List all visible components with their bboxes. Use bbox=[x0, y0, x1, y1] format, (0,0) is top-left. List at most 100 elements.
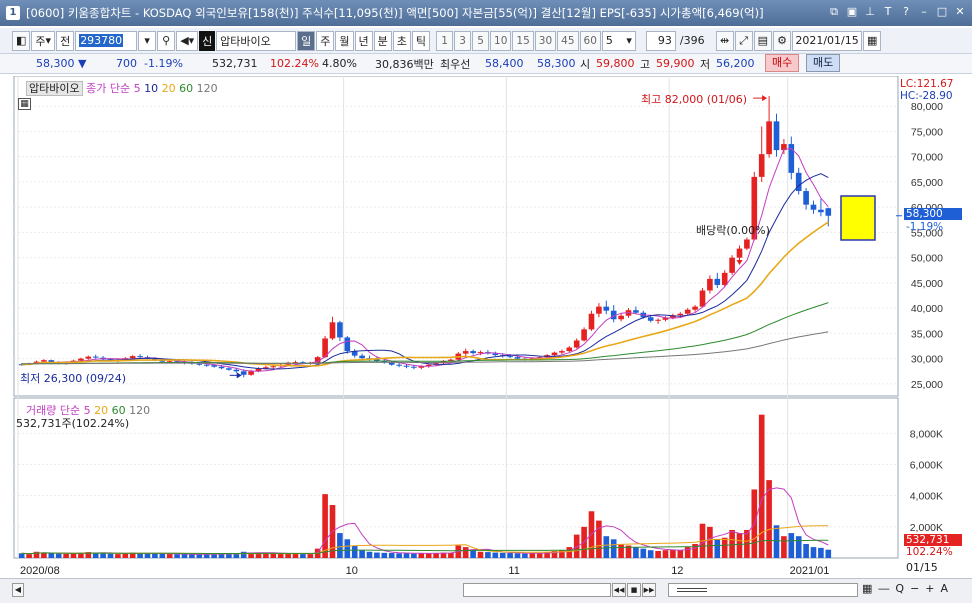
volume-bar bbox=[736, 533, 743, 558]
font-size-icon[interactable]: A bbox=[941, 582, 949, 595]
minimize-icon[interactable]: – bbox=[916, 4, 932, 20]
zoom-slider-thumb[interactable] bbox=[677, 588, 707, 592]
count-select[interactable]: 5 ▾ bbox=[601, 30, 636, 51]
stop-icon[interactable]: ■ bbox=[627, 583, 641, 597]
zoom-icon[interactable]: ⤢ bbox=[734, 30, 753, 51]
text-size-icon[interactable]: T bbox=[880, 4, 896, 20]
scroll-left-icon[interactable]: ◀ bbox=[12, 583, 24, 597]
restore-icon[interactable]: ⧉ bbox=[826, 4, 842, 20]
scroll-track[interactable] bbox=[463, 583, 611, 597]
stock-code-input[interactable]: 293780 bbox=[75, 30, 138, 51]
period-tab-4[interactable]: 분 bbox=[373, 30, 392, 51]
open-label: 시 bbox=[580, 57, 591, 71]
zoom-slider[interactable] bbox=[668, 583, 858, 597]
volume-bar bbox=[492, 552, 499, 558]
step-back-icon[interactable]: ◀◀ bbox=[612, 583, 626, 597]
volume-bar bbox=[640, 548, 647, 558]
minute-tab-1[interactable]: 1 bbox=[436, 30, 454, 51]
candle-body bbox=[707, 278, 713, 291]
minute-tab-60[interactable]: 60 bbox=[579, 30, 601, 51]
quote-change: 700 bbox=[116, 57, 137, 70]
period-tab-3[interactable]: 년 bbox=[354, 30, 373, 51]
period-tab-6[interactable]: 틱 bbox=[411, 30, 431, 51]
search-icon[interactable]: ⚲ bbox=[157, 30, 176, 51]
candle-body bbox=[233, 369, 240, 372]
period-tab-5[interactable]: 초 bbox=[392, 30, 411, 51]
current-price-tag: 58,300 bbox=[904, 208, 962, 220]
credit-badge: 신 bbox=[199, 30, 216, 51]
chart-scroll-bar: ◀ ◀◀ ■ ▶▶ ▦ ― Q − + A bbox=[0, 578, 972, 603]
x-axis-label: 11 bbox=[508, 565, 519, 577]
price-tick-label: 45,000 bbox=[911, 278, 943, 290]
zoom-out-icon[interactable]: − bbox=[910, 582, 919, 595]
volume-bar bbox=[677, 550, 684, 558]
period-tab-0[interactable]: 일 bbox=[297, 30, 316, 51]
minute-tab-15[interactable]: 15 bbox=[512, 30, 534, 51]
volume-bar bbox=[181, 554, 188, 558]
layout-icon[interactable]: ◧ bbox=[12, 30, 31, 51]
sell-button[interactable]: 매도 bbox=[806, 54, 841, 72]
candle-body bbox=[744, 239, 750, 249]
candle-body bbox=[403, 365, 410, 367]
x-axis-label: 2020/08 bbox=[20, 565, 60, 577]
volume-bar bbox=[485, 552, 491, 558]
settings-gear-icon[interactable]: ⚙ bbox=[773, 30, 792, 51]
chart-canvas[interactable]: 80,00075,00070,00065,00060,00055,00050,0… bbox=[0, 75, 972, 578]
prev-button[interactable]: 전 bbox=[56, 30, 75, 51]
zoom-in-icon[interactable]: Q bbox=[895, 582, 904, 595]
date-input[interactable]: 2021/01/15 bbox=[792, 30, 863, 51]
page-input[interactable]: 93 bbox=[645, 30, 676, 51]
calendar-icon[interactable]: ▦ bbox=[863, 30, 882, 51]
link-icon[interactable]: ▣ bbox=[844, 4, 860, 20]
candle-body bbox=[825, 208, 832, 216]
code-dropdown-icon[interactable]: ▾ bbox=[138, 30, 157, 51]
maximize-icon[interactable]: □ bbox=[934, 4, 950, 20]
stock-code-value: 293780 bbox=[79, 34, 124, 47]
volume-bar bbox=[781, 536, 787, 558]
candle-body bbox=[818, 209, 824, 213]
open-price: 59,800 bbox=[596, 57, 635, 70]
volume-bar bbox=[344, 539, 351, 558]
minute-tab-3[interactable]: 3 bbox=[454, 30, 472, 51]
minute-tab-30[interactable]: 30 bbox=[534, 30, 557, 51]
grid-table-icon[interactable]: ▦ bbox=[18, 98, 31, 110]
scroll-icon[interactable]: ⇹ bbox=[715, 30, 734, 51]
plus-icon[interactable]: + bbox=[925, 582, 934, 595]
legend-ma60: 60 bbox=[179, 82, 194, 95]
period-select[interactable]: 주 ▾ bbox=[31, 30, 56, 51]
volume-bar bbox=[803, 543, 809, 558]
minute-tab-5[interactable]: 5 bbox=[472, 30, 490, 51]
buy-button[interactable]: 매수 bbox=[765, 54, 800, 72]
volume-bar bbox=[795, 536, 802, 558]
save-icon[interactable]: ▤ bbox=[753, 30, 773, 51]
candle-body bbox=[137, 356, 143, 358]
dash-icon[interactable]: ― bbox=[878, 582, 889, 595]
speaker-icon[interactable]: ◀▾ bbox=[176, 30, 199, 51]
price-tick-label: 65,000 bbox=[911, 177, 943, 189]
candle-body bbox=[337, 322, 343, 338]
volume-bar bbox=[773, 525, 780, 558]
pin-icon[interactable]: ⊥ bbox=[862, 4, 878, 20]
candle-body bbox=[721, 272, 728, 285]
help-icon[interactable]: ? bbox=[898, 4, 914, 20]
hand-icon[interactable]: ▦ bbox=[862, 582, 872, 595]
close-icon[interactable]: ✕ bbox=[952, 4, 968, 20]
best-ask-label: 최우선 bbox=[440, 57, 471, 71]
minute-tab-10[interactable]: 10 bbox=[490, 30, 512, 51]
volume-bar bbox=[411, 553, 417, 558]
period-tab-1[interactable]: 주 bbox=[316, 30, 335, 51]
candle-body bbox=[470, 351, 476, 354]
volume-bar bbox=[633, 547, 639, 558]
period-tab-2[interactable]: 월 bbox=[335, 30, 354, 51]
candle-body bbox=[655, 319, 661, 321]
play-icon[interactable]: ▶▶ bbox=[642, 583, 656, 597]
candle-body bbox=[477, 352, 484, 354]
volume-bar bbox=[477, 551, 484, 558]
minute-tab-45[interactable]: 45 bbox=[557, 30, 579, 51]
quote-change-pct: -1.19% bbox=[144, 57, 183, 70]
price-legend: 압타바이오 종가 단순 5 10 20 60 120 bbox=[26, 80, 218, 96]
volume-bar bbox=[263, 553, 269, 558]
stock-chart[interactable]: 80,00075,00070,00065,00060,00055,00050,0… bbox=[0, 75, 972, 603]
volume-bar bbox=[359, 550, 365, 558]
volume-bar bbox=[388, 553, 395, 558]
